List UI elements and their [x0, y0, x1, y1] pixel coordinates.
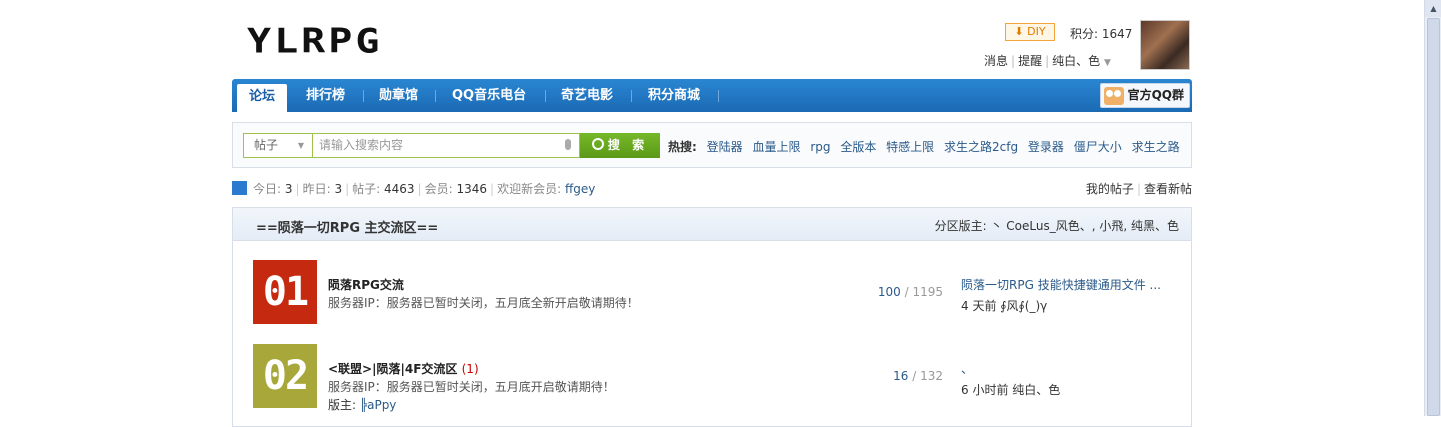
- forum-name[interactable]: <联盟>|陨落|4F交流区 (1): [328, 360, 479, 377]
- forum-name[interactable]: 陨落RPG交流: [328, 276, 404, 293]
- nav-divider: [545, 90, 546, 102]
- last-post-meta[interactable]: 4 天前 ∮风∮(_)γ: [961, 297, 1161, 314]
- notifications-link[interactable]: 提醒: [1018, 54, 1042, 68]
- site-logo[interactable]: YLRPG: [247, 22, 382, 61]
- hot-search-link[interactable]: rpg: [810, 140, 830, 154]
- post-count: 132: [920, 369, 943, 383]
- search-button[interactable]: 搜 索: [580, 133, 660, 158]
- today-count: 3: [284, 182, 293, 196]
- forum-badge-icon[interactable]: 02: [253, 344, 317, 408]
- hot-search-link[interactable]: 全版本: [840, 140, 876, 154]
- section-title[interactable]: ==陨落一切RPG 主交流区==: [256, 217, 438, 236]
- forum-name-text: <联盟>|陨落|4F交流区: [328, 362, 458, 376]
- scrollbar-thumb[interactable]: [1427, 18, 1440, 416]
- diy-button[interactable]: ⬇ DIY: [1005, 23, 1055, 41]
- chevron-down-icon: ▼: [297, 141, 304, 150]
- forum-stats: 今日: 3 | 昨日: 3 | 帖子: 4463 | 会员: 1346 | 欢迎新会员: ffg…: [232, 180, 1192, 196]
- search-type-select[interactable]: 帖子 ▼: [243, 133, 312, 158]
- last-post-meta[interactable]: 6 小时前 纯白、色: [961, 381, 1060, 398]
- avatar[interactable]: [1140, 20, 1190, 70]
- chevron-down-icon: ▼: [1103, 58, 1111, 68]
- site-header: YLRPG ⬇ DIY 积分: 1647 消息 | 提醒 | 纯白、色 ▼: [232, 0, 1192, 78]
- moderator-label: 版主:: [328, 398, 357, 412]
- nav-divider: [363, 90, 364, 102]
- new-member-link[interactable]: ffgey: [565, 182, 595, 196]
- qq-group-button[interactable]: 官方QQ群: [1099, 83, 1190, 108]
- my-posts-link[interactable]: 我的帖子: [1086, 182, 1134, 196]
- nav-divider: [435, 90, 436, 102]
- vertical-scrollbar[interactable]: ▲: [1424, 0, 1441, 416]
- nav-item-forum[interactable]: 论坛: [237, 84, 288, 112]
- forum-badge-icon[interactable]: 01: [253, 260, 317, 324]
- last-post: 陨落一切RPG 技能快捷键通用文件 ... 4 天前 ∮风∮(_)γ: [961, 276, 1161, 314]
- last-post: 、 6 小时前 纯白、色: [961, 360, 1060, 398]
- messages-link[interactable]: 消息: [984, 54, 1008, 68]
- moderator-link[interactable]: ╠aPpy: [360, 398, 397, 412]
- forum-row: 02 <联盟>|陨落|4F交流区 (1) 服务器IP：服务器已暂时关闭，五月底开…: [233, 344, 1191, 414]
- hot-search-link[interactable]: 求生之路: [1132, 140, 1180, 154]
- hot-search-link[interactable]: 登录器: [1028, 140, 1064, 154]
- posts-count: 4463: [384, 182, 415, 196]
- hot-search-link[interactable]: 求生之路2cfg: [944, 140, 1018, 154]
- hot-search-link[interactable]: 血量上限: [752, 140, 800, 154]
- today-label: 今日:: [253, 182, 282, 196]
- forum-description: 服务器IP：服务器已暂时关闭，五月底开启敬请期待！: [328, 380, 615, 394]
- yesterday-count: 3: [334, 182, 343, 196]
- hot-search-link[interactable]: 僵尸大小: [1074, 140, 1122, 154]
- forum-row: 01 陨落RPG交流 服务器IP：服务器已暂时关闭，五月底全新开启敬请期待！ 1…: [233, 260, 1191, 330]
- search-type-value: 帖子: [254, 138, 279, 152]
- members-label: 会员:: [424, 182, 453, 196]
- nav-item-ranking[interactable]: 排行榜: [306, 79, 345, 112]
- today-new-count: (1): [461, 362, 479, 376]
- nav-item-iqiyi-movies[interactable]: 奇艺电影: [561, 79, 613, 112]
- diy-label: DIY: [1027, 25, 1046, 38]
- new-posts-link[interactable]: 查看新帖: [1144, 182, 1192, 196]
- welcome-label: 欢迎新会员:: [497, 182, 562, 196]
- scroll-up-arrow-icon[interactable]: ▲: [1425, 0, 1441, 17]
- forum-counts: 16 / 132: [893, 369, 943, 383]
- nav-divider: [631, 90, 632, 102]
- hot-search-link[interactable]: 特感上限: [886, 140, 934, 154]
- search-bar: 帖子 ▼ 请输入搜索内容 搜 索 热搜: 登陆器 血量上限 rpg 全版本 特感上…: [232, 122, 1192, 168]
- username: 纯白、色: [1052, 54, 1101, 68]
- posts-label: 帖子:: [352, 182, 381, 196]
- user-credits[interactable]: 积分: 1647: [1070, 25, 1132, 42]
- qq-group-label: 官方QQ群: [1127, 88, 1184, 102]
- nav-item-credit-shop[interactable]: 积分商城: [648, 79, 700, 112]
- forum-description: 服务器IP：服务器已暂时关闭，五月底全新开启敬请期待！: [328, 296, 639, 310]
- nav-divider: [718, 90, 719, 102]
- members-count: 1346: [456, 182, 488, 196]
- search-button-label: 搜 索: [607, 138, 649, 152]
- hot-searches: 热搜: 登陆器 血量上限 rpg 全版本 特感上限 求生之路2cfg 登录器 僵…: [668, 138, 1180, 155]
- last-post-title[interactable]: 陨落一切RPG 技能快捷键通用文件 ...: [961, 276, 1161, 293]
- nav-item-qq-music[interactable]: QQ音乐电台: [452, 79, 526, 112]
- search-placeholder: 请输入搜索内容: [319, 138, 404, 152]
- username-menu[interactable]: 纯白、色 ▼: [1052, 54, 1111, 68]
- forum-counts: 100 / 1195: [877, 285, 943, 299]
- thread-count: 16: [893, 369, 909, 383]
- microphone-icon[interactable]: [565, 139, 571, 150]
- section-header: ==陨落一切RPG 主交流区== 分区版主: 丶 CoeLus_风色、, 小飛,…: [233, 208, 1191, 241]
- forum-name-text: 陨落RPG交流: [328, 278, 404, 292]
- hot-search-link[interactable]: 登陆器: [707, 140, 743, 154]
- user-links: 消息 | 提醒 | 纯白、色 ▼: [984, 54, 1111, 68]
- post-count: 1195: [912, 285, 943, 299]
- main-nav: 论坛 排行榜 勋章馆 QQ音乐电台 奇艺电影 积分商城 官方QQ群: [232, 79, 1192, 112]
- nav-item-medals[interactable]: 勋章馆: [379, 79, 418, 112]
- qq-group-icon: [1103, 86, 1124, 105]
- thread-count: 100: [877, 285, 901, 299]
- search-icon: [591, 138, 604, 150]
- page-container: YLRPG ⬇ DIY 积分: 1647 消息 | 提醒 | 纯白、色 ▼ 论坛 排行榜…: [232, 0, 1192, 427]
- forum-section: ==陨落一切RPG 主交流区== 分区版主: 丶 CoeLus_风色、, 小飛,…: [232, 207, 1192, 427]
- yesterday-label: 昨日:: [302, 182, 331, 196]
- section-moderators: 分区版主: 丶 CoeLus_风色、, 小飛, 纯黑、色: [934, 219, 1179, 233]
- hot-searches-label: 热搜:: [668, 140, 697, 154]
- last-post-title[interactable]: 、: [961, 360, 1060, 377]
- stats-right-links: 我的帖子 | 查看新帖: [1085, 182, 1192, 196]
- stats-chart-icon[interactable]: [232, 181, 247, 195]
- forum-moderator: 版主: ╠aPpy: [328, 396, 396, 413]
- search-input[interactable]: 请输入搜索内容: [312, 133, 580, 158]
